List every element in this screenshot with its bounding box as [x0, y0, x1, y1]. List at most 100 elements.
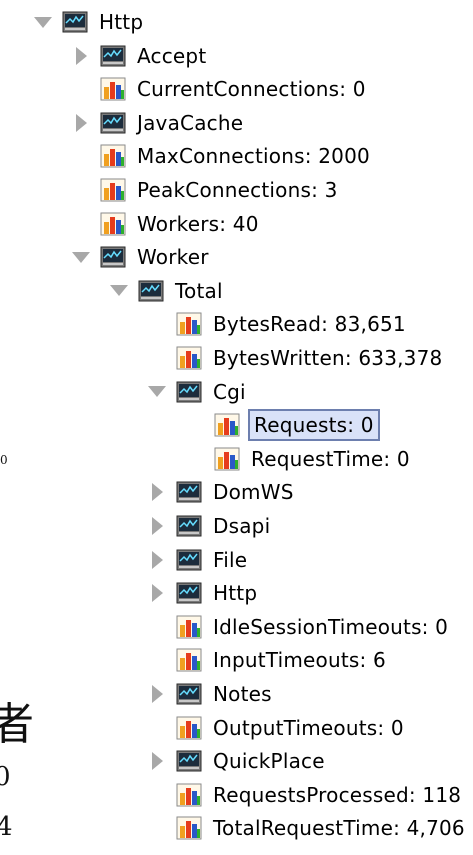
tree-item[interactable]: Total	[106, 274, 226, 308]
tree-item-label[interactable]: Notes	[210, 680, 275, 708]
tree-item-label[interactable]: Accept	[134, 42, 209, 70]
tree-item-label[interactable]: InputTimeouts: 6	[210, 646, 389, 674]
tree-item-label[interactable]: BytesRead: 83,651	[210, 310, 409, 338]
expand-toggle[interactable]	[68, 110, 94, 136]
tree-item[interactable]: BytesRead: 83,651	[144, 307, 409, 341]
monitor-folder-icon	[100, 43, 126, 69]
monitor-folder-icon	[176, 748, 202, 774]
tree-item[interactable]: Http	[30, 5, 146, 39]
tree-item[interactable]: DomWS	[144, 475, 297, 509]
expand-toggle[interactable]	[144, 681, 170, 707]
expand-toggle[interactable]	[144, 479, 170, 505]
chevron-down-icon	[34, 16, 52, 28]
bar-chart-stat-icon	[100, 177, 126, 203]
tree-item-label[interactable]: File	[210, 546, 250, 574]
monitor-folder-icon	[176, 681, 202, 707]
tree-item-label[interactable]: RequestsProcessed: 118	[210, 781, 464, 809]
tree-item[interactable]: RequestTime: 0	[182, 442, 413, 476]
chevron-right-icon	[151, 483, 163, 502]
bar-chart-stat-icon	[100, 211, 126, 237]
monitor-folder-icon	[62, 9, 88, 35]
background-fragment-b: 者	[0, 699, 34, 750]
chevron-right-icon	[151, 752, 163, 771]
bar-chart-stat-icon	[176, 311, 202, 337]
tree-item[interactable]: QuickPlace	[144, 744, 328, 778]
tree-item[interactable]: File	[144, 543, 250, 577]
expand-toggle[interactable]	[68, 244, 94, 270]
monitor-folder-icon	[138, 278, 164, 304]
tree-item-label[interactable]: Http	[210, 579, 260, 607]
tree-item[interactable]: Accept	[68, 39, 209, 73]
tree-item-label[interactable]: IdleSessionTimeouts: 0	[210, 613, 451, 641]
bar-chart-stat-icon	[214, 412, 240, 438]
background-fragment-a: 0	[0, 453, 8, 467]
monitor-folder-icon	[176, 513, 202, 539]
chevron-right-icon	[151, 584, 163, 603]
chevron-right-icon	[151, 685, 163, 703]
tree-item-label[interactable]: Total	[172, 277, 226, 305]
bar-chart-stat-icon	[100, 143, 126, 169]
tree-item-label[interactable]: PeakConnections: 3	[134, 176, 341, 204]
tree-item[interactable]: CurrentConnections: 0	[68, 72, 369, 106]
bar-chart-stat-icon	[176, 782, 202, 808]
expand-toggle[interactable]	[144, 580, 170, 606]
chevron-right-icon	[151, 517, 163, 535]
tree-item[interactable]: InputTimeouts: 6	[144, 643, 389, 677]
tree-item-label[interactable]: Http	[96, 8, 146, 36]
monitor-folder-icon	[100, 244, 126, 270]
chevron-down-icon	[148, 386, 166, 398]
tree-item-label[interactable]: MaxConnections: 2000	[134, 142, 373, 170]
tree-item-label[interactable]: Dsapi	[210, 512, 273, 540]
monitor-folder-icon	[176, 379, 202, 405]
bar-chart-stat-icon	[100, 76, 126, 102]
tree-item[interactable]: Worker	[68, 240, 212, 274]
selected-tree-item-label[interactable]: Requests: 0	[248, 409, 380, 442]
tree-item[interactable]: TotalRequestTime: 4,706	[144, 811, 468, 845]
expand-toggle[interactable]	[144, 547, 170, 573]
tree-item[interactable]: Cgi	[144, 375, 249, 409]
tree-item-label[interactable]: Cgi	[210, 378, 249, 406]
tree-item-label[interactable]: TotalRequestTime: 4,706	[210, 814, 468, 842]
background-fragment-d: 4	[0, 812, 13, 842]
tree-item[interactable]: OutputTimeouts: 0	[144, 711, 407, 745]
tree-item[interactable]: RequestsProcessed: 118	[144, 778, 464, 812]
tree-item[interactable]: Http	[144, 576, 260, 610]
chevron-down-icon	[72, 251, 90, 263]
bar-chart-stat-icon	[214, 446, 240, 472]
tree-item[interactable]: Notes	[144, 677, 275, 711]
expand-toggle[interactable]	[144, 379, 170, 405]
chevron-down-icon	[110, 285, 128, 297]
expand-toggle[interactable]	[106, 278, 132, 304]
bar-chart-stat-icon	[176, 815, 202, 841]
expand-toggle[interactable]	[144, 513, 170, 539]
tree-item-label[interactable]: CurrentConnections: 0	[134, 75, 369, 103]
chevron-right-icon	[151, 550, 163, 569]
tree-item[interactable]: Dsapi	[144, 509, 273, 543]
bar-chart-stat-icon	[176, 345, 202, 371]
tree-item-label[interactable]: BytesWritten: 633,378	[210, 344, 445, 372]
tree-item[interactable]: MaxConnections: 2000	[68, 139, 373, 173]
tree-item-label[interactable]: QuickPlace	[210, 747, 328, 775]
background-fragment-c: 0	[0, 762, 11, 792]
expand-toggle[interactable]	[68, 43, 94, 69]
tree-item[interactable]: IdleSessionTimeouts: 0	[144, 610, 451, 644]
tree-item[interactable]: Workers: 40	[68, 207, 262, 241]
tree-item-label[interactable]: Worker	[134, 243, 212, 271]
monitor-folder-icon	[100, 110, 126, 136]
monitor-folder-icon	[176, 580, 202, 606]
statistics-tree: Http Accept CurrentConnections: 0 JavaCache…	[0, 0, 473, 855]
tree-item[interactable]: PeakConnections: 3	[68, 173, 341, 207]
tree-item[interactable]: Requests: 0	[182, 408, 380, 442]
expand-toggle[interactable]	[144, 748, 170, 774]
bar-chart-stat-icon	[176, 647, 202, 673]
expand-toggle[interactable]	[30, 9, 56, 35]
tree-item-label[interactable]: OutputTimeouts: 0	[210, 714, 407, 742]
tree-item-label[interactable]: Workers: 40	[134, 210, 262, 238]
tree-item-label[interactable]: DomWS	[210, 478, 297, 506]
tree-item[interactable]: JavaCache	[68, 106, 246, 140]
tree-item[interactable]: BytesWritten: 633,378	[144, 341, 445, 375]
bar-chart-stat-icon	[176, 614, 202, 640]
tree-item-label[interactable]: JavaCache	[134, 109, 246, 137]
chevron-right-icon	[75, 46, 87, 65]
tree-item-label[interactable]: RequestTime: 0	[248, 445, 413, 473]
